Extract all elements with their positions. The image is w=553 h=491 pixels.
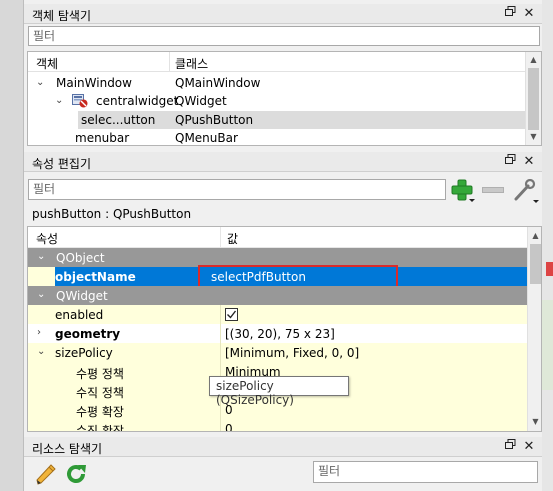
prop-geometry[interactable]: › geometry [(30, 20), 75 x 23] [28, 324, 527, 343]
prop-value[interactable]: [(30, 20), 75 x 23] [225, 327, 335, 341]
object-name: MainWindow [56, 76, 132, 90]
prop-sizepolicy[interactable]: ⌄ sizePolicy [Minimum, Fixed, 0, 0] [28, 343, 527, 362]
plus-icon [451, 179, 475, 202]
chevron-down-icon[interactable]: ⌄ [36, 77, 44, 88]
object-name: centralwidget [96, 94, 179, 108]
tree-row-selected[interactable]: selec...utton QPushButton [78, 111, 525, 129]
class-name: QMenuBar [175, 131, 238, 145]
prop-name: 수평 정책 [76, 367, 124, 381]
prop-name: 수직 정책 [76, 386, 124, 400]
left-edge-panel [0, 0, 24, 491]
object-inspector-titlebar[interactable]: 객체 탐색기 ✕ [24, 4, 542, 24]
property-grid-header: 속성 값 [28, 227, 527, 248]
prop-value[interactable]: [Minimum, Fixed, 0, 0] [225, 346, 359, 360]
scrollbar-thumb[interactable] [528, 68, 539, 130]
prop-value[interactable]: 0 [225, 422, 233, 431]
configure-button[interactable] [511, 178, 539, 204]
close-icon[interactable]: ✕ [521, 439, 537, 455]
object-inspector-title: 객체 탐색기 [32, 9, 92, 23]
prop-name: enabled [55, 308, 104, 322]
object-tree-scrollbar[interactable]: ▲ ▼ [525, 52, 541, 145]
enabled-checkbox[interactable] [225, 308, 238, 321]
prop-vstretch[interactable]: 수직 확장 0 [28, 419, 527, 432]
chevron-down-icon[interactable]: ⌄ [55, 95, 63, 106]
reload-icon [67, 465, 86, 483]
object-filter-placeholder: 필터 [33, 29, 56, 43]
class-name: QMainWindow [175, 76, 261, 90]
close-icon[interactable]: ✕ [521, 6, 537, 22]
tree-row-centralwidget[interactable]: ⌄ centralwidget QWidget [28, 92, 525, 110]
class-name: QWidget [175, 94, 227, 108]
tree-row-mainwindow[interactable]: ⌄ MainWindow QMainWindow [28, 74, 525, 92]
scroll-down-icon[interactable]: ▼ [528, 417, 541, 426]
prop-name: 수평 확장 [76, 405, 124, 419]
object-name: selec...utton [81, 113, 156, 127]
resource-browser-title: 리소스 탐색기 [32, 442, 103, 456]
close-icon[interactable]: ✕ [521, 154, 537, 170]
prop-name: objectName [55, 270, 136, 284]
group-label: QObject [56, 251, 105, 265]
right-edge-panel [542, 0, 553, 491]
object-filter-input[interactable]: 필터 [28, 26, 540, 46]
property-editor-titlebar[interactable]: 속성 편집기 ✕ [24, 152, 542, 172]
float-icon[interactable] [502, 154, 518, 170]
col-value[interactable]: 값 [227, 230, 238, 247]
chevron-down-icon[interactable]: ⌄ [37, 289, 45, 300]
col-class[interactable]: 클래스 [175, 55, 208, 72]
scroll-up-icon[interactable]: ▲ [526, 55, 541, 64]
add-dynamic-property-button[interactable] [451, 179, 477, 203]
property-grid-scrollbar[interactable]: ▲ ▼ [527, 227, 541, 431]
resource-filter-placeholder: 필터 [318, 464, 341, 478]
object-tree-header: 객체 클래스 [28, 52, 525, 72]
group-label: QWidget [56, 289, 108, 303]
scrollbar-thumb[interactable] [530, 244, 541, 284]
col-object[interactable]: 객체 [36, 55, 58, 72]
property-filter-input[interactable]: 필터 [28, 179, 446, 200]
scroll-up-icon[interactable]: ▲ [528, 231, 541, 240]
pencil-icon [36, 464, 56, 485]
reload-button[interactable] [64, 462, 88, 486]
col-property[interactable]: 속성 [36, 230, 58, 247]
class-name: QPushButton [175, 113, 254, 127]
resource-browser-titlebar[interactable]: 리소스 탐색기 ✕ [24, 437, 542, 457]
chevron-down-icon[interactable]: ⌄ [37, 346, 45, 357]
property-filter-placeholder: 필터 [33, 182, 56, 196]
sizepolicy-tooltip: sizePolicy (QSizePolicy) [209, 376, 349, 407]
prop-name: 수직 확장 [76, 424, 124, 432]
prop-name: sizePolicy [55, 346, 113, 360]
edit-resources-button[interactable] [34, 462, 58, 486]
property-editor-title: 속성 편집기 [32, 157, 92, 171]
remove-dynamic-property-button[interactable] [482, 187, 504, 193]
object-name: menubar [75, 131, 130, 145]
widget-no-layout-icon [72, 94, 88, 111]
chevron-down-icon[interactable]: ⌄ [37, 251, 45, 262]
float-icon[interactable] [502, 439, 518, 455]
wrench-icon [514, 178, 539, 203]
prop-name: geometry [55, 327, 121, 341]
object-tree[interactable]: 객체 클래스 ⌄ MainWindow QMainWindow ⌄ centra… [27, 51, 542, 146]
group-qwidget[interactable]: ⌄ QWidget [28, 286, 527, 305]
float-icon[interactable] [502, 6, 518, 22]
prop-objectname[interactable]: objectName selectPdfButton [28, 265, 527, 291]
current-object-label: pushButton : QPushButton [32, 207, 192, 221]
resource-filter-input[interactable]: 필터 [313, 461, 538, 483]
prop-enabled[interactable]: enabled [28, 305, 527, 324]
scroll-down-icon[interactable]: ▼ [526, 132, 541, 141]
tree-row-menubar[interactable]: menubar QMenuBar [28, 129, 525, 147]
chevron-right-icon[interactable]: › [37, 327, 41, 338]
